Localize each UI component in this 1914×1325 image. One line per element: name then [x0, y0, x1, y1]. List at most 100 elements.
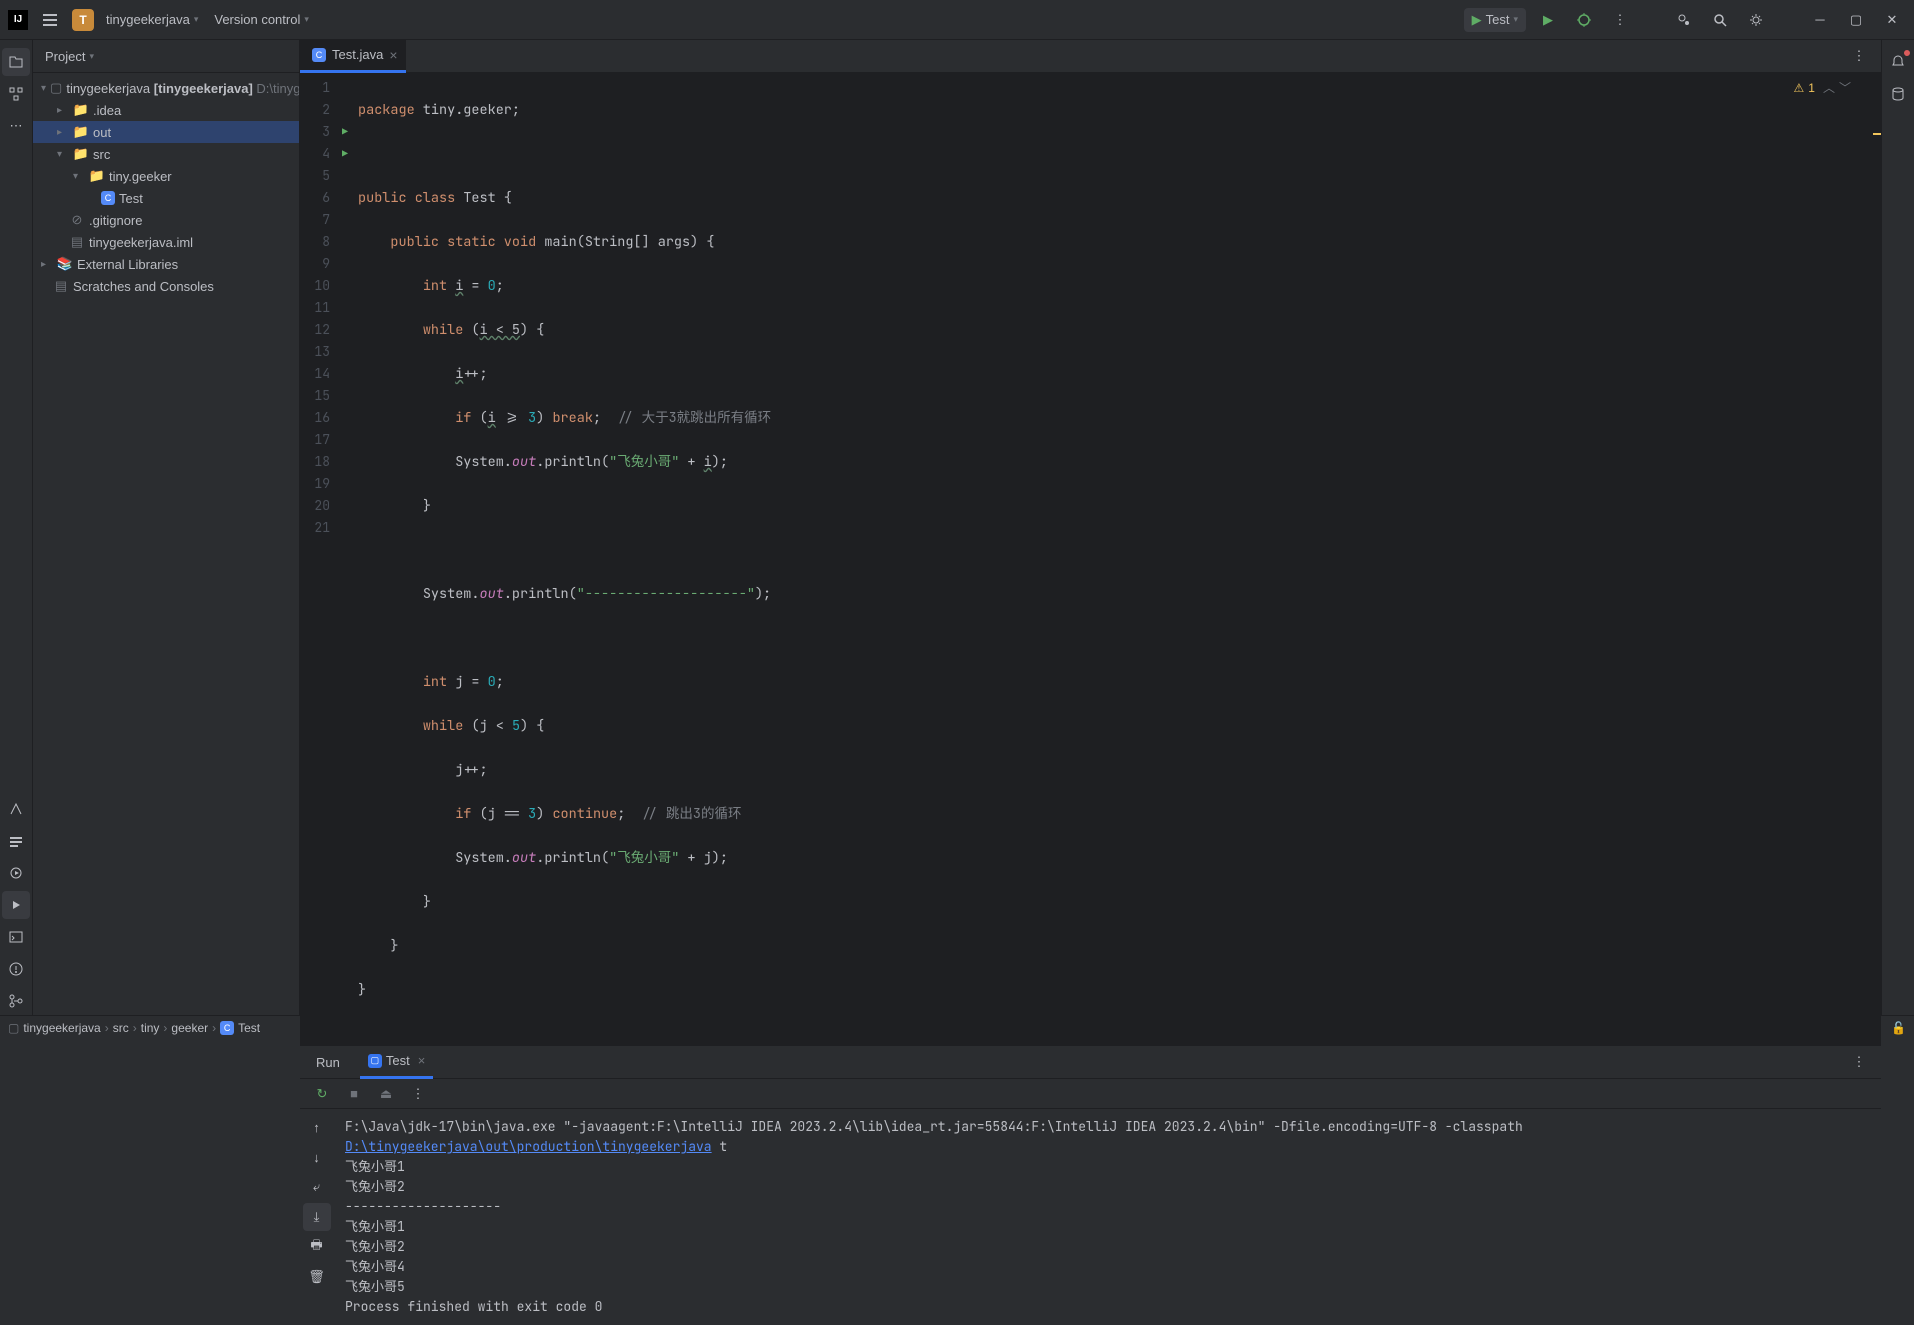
- scroll-down-button[interactable]: ↓: [303, 1143, 331, 1171]
- chevron-down-icon: ▾: [89, 51, 94, 62]
- run-config-tab[interactable]: ▢ Test ×: [360, 1046, 433, 1079]
- tab-label: Test.java: [332, 47, 383, 62]
- editor-tab-test[interactable]: C Test.java ×: [300, 40, 406, 73]
- clear-button[interactable]: 🗑: [303, 1263, 331, 1291]
- search-button[interactable]: [1706, 6, 1734, 34]
- crumb[interactable]: src: [113, 1021, 129, 1035]
- bookmarks-tool-button[interactable]: [2, 827, 30, 855]
- structure-tool-button[interactable]: [2, 80, 30, 108]
- tree-item-src[interactable]: ▾ 📁 src: [33, 143, 299, 165]
- class-icon: C: [220, 1021, 234, 1035]
- tree-item-package[interactable]: ▾ 📁 tiny.geeker: [33, 165, 299, 187]
- exit-button[interactable]: ⏏: [372, 1080, 400, 1108]
- tree-item-idea[interactable]: ▸ 📁 .idea: [33, 99, 299, 121]
- stop-button[interactable]: ■: [340, 1080, 368, 1108]
- library-icon: 📚: [57, 256, 73, 272]
- more-button[interactable]: ⋮: [404, 1080, 432, 1108]
- expand-icon[interactable]: ▾: [57, 149, 69, 160]
- run-gutter-icon[interactable]: ▶: [342, 143, 348, 165]
- readonly-icon[interactable]: 🔓: [1891, 1021, 1906, 1035]
- editor-minimap[interactable]: [1867, 73, 1881, 1045]
- close-icon[interactable]: ×: [418, 1053, 426, 1068]
- close-button[interactable]: ✕: [1878, 6, 1906, 34]
- expand-icon[interactable]: ▸: [57, 105, 69, 116]
- services-tool-button[interactable]: [2, 859, 30, 887]
- tree-label: tiny.geeker: [109, 169, 172, 184]
- crumb[interactable]: geeker: [171, 1021, 208, 1035]
- tree-item-external[interactable]: ▸ 📚 External Libraries: [33, 253, 299, 275]
- project-name-dropdown[interactable]: tinygeekerjava ▾: [102, 8, 202, 31]
- more-actions-button[interactable]: ⋮: [1606, 6, 1634, 34]
- main-menu-button[interactable]: [36, 6, 64, 34]
- soft-wrap-button[interactable]: ⤶: [303, 1173, 331, 1201]
- tree-item-out[interactable]: ▸ 📁 out: [33, 121, 299, 143]
- run-config-tab-label: Test: [386, 1053, 410, 1068]
- crumb[interactable]: tiny: [141, 1021, 160, 1035]
- titlebar: IJ T tinygeekerjava ▾ Version control ▾ …: [0, 0, 1914, 40]
- project-tool-button[interactable]: [2, 48, 30, 76]
- minimap-warning-mark[interactable]: [1873, 133, 1881, 135]
- scroll-up-button[interactable]: ↑: [303, 1113, 331, 1141]
- problems-tool-button[interactable]: [2, 955, 30, 983]
- console-link[interactable]: D:\tinygeekerjava\out\production\tinygee…: [345, 1138, 712, 1155]
- source-folder-icon: 📁: [73, 146, 89, 162]
- rerun-button[interactable]: ↻: [308, 1080, 336, 1108]
- more-tools-button[interactable]: ⋯: [2, 112, 30, 140]
- crumb[interactable]: Test: [238, 1021, 260, 1035]
- expand-icon[interactable]: ▾: [41, 83, 46, 94]
- project-name-label: tinygeekerjava: [106, 12, 190, 27]
- console-line: 飞兔小哥1: [345, 1217, 1869, 1237]
- breadcrumb[interactable]: ▢ tinygeekerjava › src › tiny › geeker ›…: [8, 1021, 260, 1035]
- tree-label: .gitignore: [89, 213, 142, 228]
- database-tool-button[interactable]: [1884, 80, 1912, 108]
- run-toolbar: ↻ ■ ⏏ ⋮: [300, 1079, 1881, 1109]
- console-line: 飞兔小哥4: [345, 1257, 1869, 1277]
- console-line: --------------------: [345, 1197, 1869, 1217]
- expand-icon[interactable]: ▸: [41, 259, 53, 270]
- tree-item-iml[interactable]: ▤ tinygeekerjava.iml: [33, 231, 299, 253]
- scroll-to-end-button[interactable]: ⤓: [303, 1203, 331, 1231]
- terminal-tool-button[interactable]: [2, 923, 30, 951]
- chevron-down-icon[interactable]: ﹀: [1839, 79, 1851, 96]
- project-tree[interactable]: ▾ ▢ tinygeekerjava [tinygeekerjava] D:\t…: [33, 73, 299, 1015]
- tab-options-button[interactable]: ⋮: [1845, 42, 1873, 70]
- settings-button[interactable]: [1742, 6, 1770, 34]
- tree-item-gitignore[interactable]: ⊘ .gitignore: [33, 209, 299, 231]
- run-button[interactable]: ▶: [1534, 6, 1562, 34]
- tree-label: out: [93, 125, 111, 140]
- expand-icon[interactable]: ▾: [73, 171, 85, 182]
- maximize-button[interactable]: ▢: [1842, 6, 1870, 34]
- inspection-widget[interactable]: ⚠ 1 ︿ ﹀: [1794, 79, 1851, 96]
- git-tool-button[interactable]: [2, 987, 30, 1015]
- run-gutter-icon[interactable]: ▶: [342, 121, 348, 143]
- crumb[interactable]: tinygeekerjava: [23, 1021, 100, 1035]
- chevron-down-icon: ▾: [1513, 14, 1518, 25]
- run-config-selector[interactable]: ▶ Test ▾: [1464, 8, 1526, 32]
- expand-icon[interactable]: ▸: [57, 127, 69, 138]
- run-panel: Run ▢ Test × ⋮ ↻ ■ ⏏ ⋮ ↑ ↓ ⤶: [300, 1045, 1881, 1325]
- version-control-dropdown[interactable]: Version control ▾: [210, 8, 313, 31]
- tree-label: External Libraries: [77, 257, 178, 272]
- chevron-right-icon: ›: [163, 1021, 167, 1035]
- tree-root[interactable]: ▾ ▢ tinygeekerjava [tinygeekerjava] D:\t…: [33, 77, 299, 99]
- tree-item-scratches[interactable]: ▤ Scratches and Consoles: [33, 275, 299, 297]
- code-with-me-button[interactable]: [1670, 6, 1698, 34]
- code-area[interactable]: package tiny.geeker; public class Test {…: [350, 73, 1881, 1045]
- scratch-icon: ▤: [53, 278, 69, 294]
- tree-label: Scratches and Consoles: [73, 279, 214, 294]
- notifications-button[interactable]: [1884, 48, 1912, 76]
- minimize-button[interactable]: ─: [1806, 6, 1834, 34]
- right-tool-sidebar: [1881, 40, 1914, 1015]
- run-config-label: Test: [1486, 12, 1510, 27]
- chevron-up-icon[interactable]: ︿: [1823, 79, 1835, 96]
- run-tool-button[interactable]: [2, 891, 30, 919]
- print-button[interactable]: 🖶: [303, 1233, 331, 1261]
- tree-item-test-class[interactable]: C Test: [33, 187, 299, 209]
- editor-content[interactable]: 1 2 3▶ 4▶ 5 6 7 8 9 10 11 12 13 14 15 16: [300, 73, 1881, 1045]
- close-tab-icon[interactable]: ×: [389, 47, 397, 63]
- run-panel-options[interactable]: ⋮: [1845, 1048, 1873, 1076]
- debug-button[interactable]: [1570, 6, 1598, 34]
- console-output[interactable]: F:\Java\jdk-17\bin\java.exe "-javaagent:…: [333, 1109, 1881, 1325]
- build-tool-button[interactable]: [2, 795, 30, 823]
- warning-count: 1: [1808, 81, 1815, 95]
